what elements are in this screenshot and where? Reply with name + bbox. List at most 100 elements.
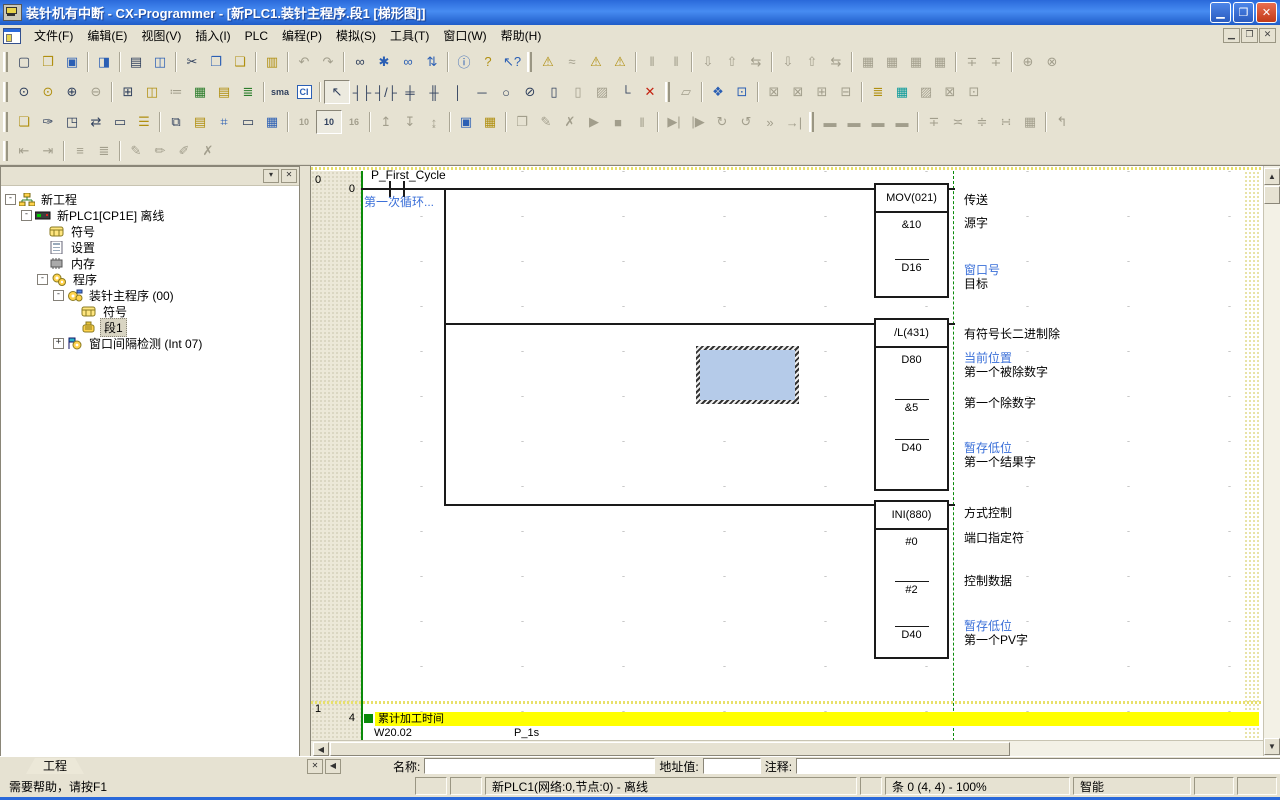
table-view-button[interactable]: ▦ [1018,111,1042,133]
or-contact-nc-button[interactable]: ╫ [422,81,446,103]
operand[interactable]: &10 [874,219,949,231]
zoom-edit-button[interactable]: ⊙ [36,81,60,103]
close-button[interactable]: ✕ [1256,2,1277,23]
watch-window-1-button[interactable]: ▨ [914,81,938,103]
tree-item-符号[interactable]: 符号 [1,303,299,319]
find-symbol-button[interactable]: ∞ [396,51,420,73]
monitor-button[interactable]: ‖ [664,51,688,73]
watch-window-3-button[interactable]: ⊡ [962,81,986,103]
split-button[interactable]: ≑ [970,111,994,133]
tree-expander[interactable]: - [53,290,64,301]
fast-forward-button[interactable]: » [758,111,782,133]
breakpoint-2-button[interactable]: ▬ [842,111,866,133]
tree-expander[interactable]: - [21,210,32,221]
context-help-button[interactable]: ↖? [500,51,524,73]
force-on-button[interactable]: ∓ [960,51,984,73]
mode-run-button[interactable]: ▦ [928,51,952,73]
instruction-detail-button[interactable]: ▯ [566,81,590,103]
address-reference-button[interactable]: ▤ [188,111,212,133]
menu-7[interactable]: 模拟(S) [329,27,383,45]
menu-6[interactable]: 编程(P) [275,27,329,45]
io-monitor-button[interactable]: ▦ [890,81,914,103]
retrace-button[interactable]: ↰ [1050,111,1074,133]
merge-button[interactable]: ≍ [946,111,970,133]
pen-delete-button[interactable]: ✗ [196,140,220,162]
copy-button[interactable]: ❐ [204,51,228,73]
pen-edit-button[interactable]: ✏ [148,140,172,162]
about-button[interactable]: ⓘ [452,51,476,73]
properties-button[interactable]: ☰ [132,111,156,133]
section-list-button[interactable]: ≣ [236,81,260,103]
toolbar-grip[interactable] [3,141,8,161]
decimal-button[interactable]: 10 [292,111,316,133]
scroll-left-button[interactable]: ◀ [313,742,329,756]
delete-row-button[interactable]: ⊟ [834,81,858,103]
toolbar-grip[interactable] [665,82,670,102]
print-preview-button[interactable]: ◫ [148,51,172,73]
tree-item-内存[interactable]: 内存 [1,255,299,271]
insert-rung-above-button[interactable]: ⊠ [762,81,786,103]
operand[interactable]: D40 [874,626,949,641]
vertical-scroll-thumb[interactable] [1264,186,1280,204]
help-button[interactable]: ? [476,51,500,73]
mode-debug-button[interactable]: ▦ [880,51,904,73]
vertical-scrollbar[interactable] [1263,166,1280,757]
minimize-button[interactable]: ▁ [1210,2,1231,23]
work-online-button[interactable]: ‖ [640,51,664,73]
horizontal-scroll-thumb[interactable] [330,742,1010,756]
comment-input[interactable] [796,758,1280,774]
build-button[interactable]: ✑ [36,111,60,133]
rung1-label-2[interactable]: P_1s [514,727,539,739]
align-button[interactable]: ∺ [994,111,1018,133]
watch-window-2-button[interactable]: ⊠ [938,81,962,103]
horizontal-line-button[interactable]: ─ [470,81,494,103]
rung-comment-button[interactable]: ◫ [140,81,164,103]
operand[interactable]: &5 [874,399,949,414]
sim-pause-button[interactable]: ‖ [630,111,654,133]
compile-all-button[interactable]: ≈ [560,51,584,73]
invert-button[interactable]: ▱ [674,81,698,103]
partial-download-button[interactable]: ⇩ [776,51,800,73]
zoom-in-button[interactable]: ⊕ [60,81,84,103]
zoom-out-button[interactable]: ⊖ [84,81,108,103]
io-comment-button[interactable]: ▦ [188,81,212,103]
paste-special-button[interactable]: ▥ [260,51,284,73]
undo-button[interactable]: ↶ [292,51,316,73]
io-table-button[interactable]: ⌗ [212,111,236,133]
print-button[interactable]: ▤ [124,51,148,73]
align-list-2-button[interactable]: ≣ [92,140,116,162]
online-console-button[interactable]: ▦ [478,111,502,133]
mode-program-button[interactable]: ▦ [856,51,880,73]
find-button[interactable]: ∞ [348,51,372,73]
overview-button[interactable]: ≔ [164,81,188,103]
toolbar-grip[interactable] [527,52,532,72]
paste-button[interactable]: ❑ [228,51,252,73]
menu-3[interactable]: 视图(V) [134,27,188,45]
tree-item-窗口间隔检测 (Int 07)[interactable]: +窗口间隔检测 (Int 07) [1,335,299,351]
step-run-button[interactable]: ▶| [662,111,686,133]
info-bar-back-button[interactable]: ◀ [325,759,341,774]
outdent-button[interactable]: ⇥ [36,140,60,162]
tree-expander[interactable]: - [37,274,48,285]
toolbar-grip[interactable] [3,112,8,132]
pen-insert-button[interactable]: ✎ [124,140,148,162]
instruction-button[interactable]: ▯ [542,81,566,103]
diff-tool-button[interactable]: ∓ [922,111,946,133]
symbol-table-button[interactable]: ▤ [212,81,236,103]
connect-line-button[interactable]: └ [614,81,638,103]
transfer-settings-button[interactable]: ⚠ [608,51,632,73]
diff-up-button[interactable]: ↥ [374,111,398,133]
smart-input-button[interactable]: sma [268,81,292,103]
contact-no-button[interactable]: ┤├ [350,81,374,103]
instruction-block-MOV(021)[interactable]: MOV(021) [874,183,949,298]
restore-button[interactable]: ❐ [1233,2,1254,23]
check-program-button[interactable]: ⚠ [584,51,608,73]
align-list-button[interactable]: ≡ [68,140,92,162]
tree-item-新工程[interactable]: -新工程 [1,191,299,207]
scroll-up-button[interactable]: ▲ [1264,168,1280,185]
tree-expander[interactable]: + [53,338,64,349]
mdi-minimize-button[interactable]: ▁ [1223,28,1240,43]
replace-button[interactable]: ✱ [372,51,396,73]
operand[interactable]: D40 [874,439,949,454]
output-window-button[interactable]: ▭ [108,111,132,133]
